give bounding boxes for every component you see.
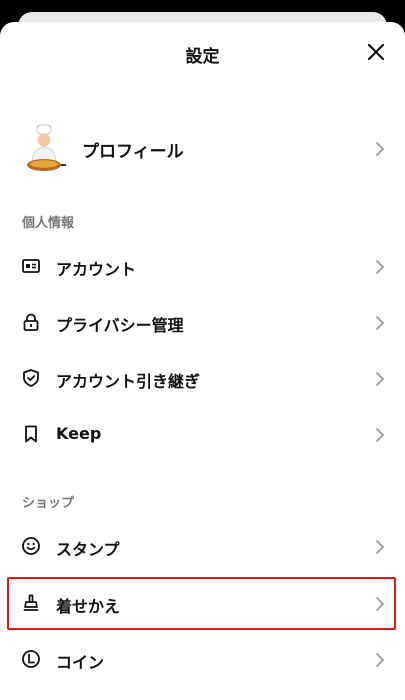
chevron-right-icon: [376, 653, 384, 667]
coin-icon: [20, 648, 42, 670]
settings-item-themes[interactable]: 着せかえ: [0, 576, 405, 632]
settings-item-label: 着せかえ: [56, 597, 121, 616]
chevron-right-icon: [376, 428, 384, 442]
chevron-right-icon: [376, 540, 384, 554]
chevron-right-icon: [376, 316, 384, 330]
settings-item-stickers[interactable]: スタンプ: [0, 519, 405, 575]
profile-label: プロフィール: [82, 142, 184, 162]
section-title-personal: 個人情報: [22, 216, 75, 231]
lock-icon: [20, 311, 42, 333]
settings-item-label: プライバシー管理: [56, 316, 184, 335]
header: 設定: [0, 22, 405, 82]
chevron-right-icon: [376, 597, 384, 611]
bookmark-icon: [20, 423, 42, 445]
settings-item-label: アカウント: [56, 260, 137, 279]
settings-item-coins[interactable]: コイン: [0, 632, 405, 688]
smiley-icon: [20, 535, 42, 557]
chevron-right-icon: [376, 142, 384, 156]
shield-check-icon: [20, 367, 42, 389]
settings-sheet: 設定 プロフィール 個人情報 アカウント プライバシー管理 アカウント引き継ぎ …: [0, 22, 405, 700]
section-title-shop: ショップ: [22, 496, 75, 511]
brush-icon: [20, 592, 42, 614]
page-title: 設定: [185, 47, 220, 67]
chevron-right-icon: [376, 372, 384, 386]
avatar: [27, 124, 66, 171]
profile-row[interactable]: プロフィール: [0, 118, 405, 180]
settings-item-privacy[interactable]: プライバシー管理: [0, 295, 405, 351]
close-icon: [367, 43, 385, 61]
chevron-right-icon: [376, 260, 384, 274]
settings-item-label: Keep: [56, 424, 102, 443]
settings-item-label: アカウント引き継ぎ: [56, 372, 201, 391]
close-button[interactable]: [365, 41, 387, 63]
id-card-icon: [20, 255, 42, 277]
settings-item-account[interactable]: アカウント: [0, 239, 405, 295]
settings-item-account-transfer[interactable]: アカウント引き継ぎ: [0, 351, 405, 407]
settings-item-label: スタンプ: [56, 540, 120, 559]
settings-item-label: コイン: [56, 653, 105, 672]
settings-item-keep[interactable]: Keep: [0, 407, 405, 463]
